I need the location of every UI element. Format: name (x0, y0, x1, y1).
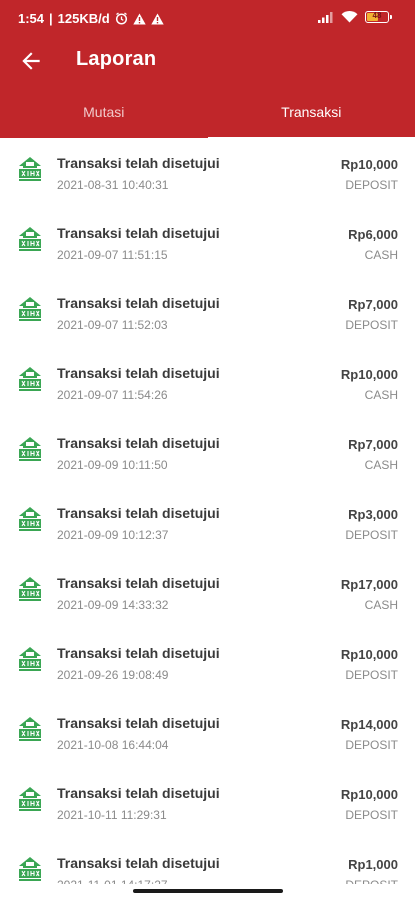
tab-bar: Mutasi Transaksi (0, 88, 415, 140)
transaction-amount: Rp6,000 (348, 227, 398, 242)
transaction-type: DEPOSIT (345, 808, 398, 822)
home-indicator[interactable] (133, 889, 283, 893)
transaction-row[interactable]: Transaksi telah disetujui 2021-09-09 10:1… (0, 418, 415, 488)
transaction-date: 2021-09-09 10:11:50 (57, 458, 168, 472)
tab-mutasi[interactable]: Mutasi (0, 88, 208, 138)
transaction-row[interactable]: Transaksi telah disetujui 2021-08-31 10:4… (0, 138, 415, 208)
transaction-title: Transaksi telah disetujui (57, 575, 220, 591)
transaction-amount: Rp1,000 (348, 857, 398, 872)
transaction-amount: Rp7,000 (348, 297, 398, 312)
battery-text: 48 (372, 10, 382, 20)
status-left: 1:54 | 125KB/d (18, 11, 164, 26)
bank-logo-icon (19, 507, 41, 531)
bank-logo-icon (19, 787, 41, 811)
status-right: 48 (318, 10, 392, 23)
transaction-type: DEPOSIT (345, 668, 398, 682)
bank-logo-icon (19, 647, 41, 671)
bank-logo-icon (19, 227, 41, 251)
transaction-amount: Rp3,000 (348, 507, 398, 522)
transaction-row[interactable]: Transaksi telah disetujui 2021-10-11 11:2… (0, 768, 415, 838)
transaction-type: DEPOSIT (345, 528, 398, 542)
status-speed: 125KB/d (57, 11, 110, 26)
transaction-title: Transaksi telah disetujui (57, 225, 220, 241)
transaction-row[interactable]: Transaksi telah disetujui 2021-09-07 11:5… (0, 348, 415, 418)
battery-icon: 48 (365, 10, 392, 23)
transaction-title: Transaksi telah disetujui (57, 435, 220, 451)
transaction-date: 2021-09-09 10:12:37 (57, 528, 169, 542)
bank-logo-icon (19, 367, 41, 391)
transaction-date: 2021-09-07 11:51:15 (57, 248, 168, 262)
page-title: Laporan (76, 48, 157, 70)
transaction-date: 2021-09-07 11:54:26 (57, 388, 168, 402)
transaction-row[interactable]: Transaksi telah disetujui 2021-09-26 19:0… (0, 628, 415, 698)
transaction-row[interactable]: Transaksi telah disetujui 2021-09-09 10:1… (0, 488, 415, 558)
toolbar: Laporan (0, 36, 415, 86)
transaction-amount: Rp17,000 (340, 577, 398, 592)
transaction-date: 2021-09-07 11:52:03 (57, 318, 168, 332)
transaction-date: 2021-09-26 19:08:49 (57, 668, 169, 682)
transaction-date: 2021-10-11 11:29:31 (57, 808, 167, 822)
transaction-row[interactable]: Transaksi telah disetujui 2021-10-08 16:4… (0, 698, 415, 768)
gesture-bar (0, 884, 415, 900)
transaction-amount: Rp10,000 (340, 367, 398, 382)
app-header: 1:54 | 125KB/d 48 Laporan Mutasi Transak… (0, 0, 415, 140)
transaction-title: Transaksi telah disetujui (57, 365, 220, 381)
transaction-date: 2021-08-31 10:40:31 (57, 178, 169, 192)
bank-logo-icon (19, 297, 41, 321)
transaction-type: DEPOSIT (345, 738, 398, 752)
transaction-type: CASH (364, 458, 398, 472)
transaction-amount: Rp10,000 (340, 787, 398, 802)
status-separator: | (49, 11, 53, 26)
transaction-amount: Rp10,000 (340, 157, 398, 172)
transaction-type: DEPOSIT (345, 318, 398, 332)
tab-transaksi[interactable]: Transaksi (207, 88, 415, 140)
status-time: 1:54 (18, 11, 45, 26)
battery-tip (390, 14, 392, 19)
transaction-title: Transaksi telah disetujui (57, 855, 220, 871)
transaction-row[interactable]: Transaksi telah disetujui 2021-09-07 11:5… (0, 278, 415, 348)
transaction-title: Transaksi telah disetujui (57, 645, 220, 661)
alarm-icon (115, 12, 127, 25)
transaction-amount: Rp7,000 (348, 437, 398, 452)
transaction-type: CASH (364, 388, 398, 402)
transaction-type: DEPOSIT (345, 178, 398, 192)
warning-icon (151, 13, 164, 24)
transaction-amount: Rp10,000 (340, 647, 398, 662)
transaction-title: Transaksi telah disetujui (57, 505, 220, 521)
signal-icon (318, 11, 333, 23)
transaction-type: CASH (364, 248, 398, 262)
transaction-date: 2021-09-09 14:33:32 (57, 598, 169, 612)
transaction-date: 2021-10-08 16:44:04 (57, 738, 169, 752)
transaction-row[interactable]: Transaksi telah disetujui 2021-09-09 14:3… (0, 558, 415, 628)
transaction-row[interactable]: Transaksi telah disetujui 2021-09-07 11:5… (0, 208, 415, 278)
transaction-title: Transaksi telah disetujui (57, 295, 220, 311)
wifi-icon (341, 11, 358, 23)
transaction-title: Transaksi telah disetujui (57, 155, 220, 171)
transaction-row[interactable]: Transaksi telah disetujui2021-11-01 14:1… (0, 838, 415, 890)
transaction-type: CASH (364, 598, 398, 612)
bank-logo-icon (19, 717, 41, 741)
bank-logo-icon (19, 157, 41, 181)
transaction-list: Transaksi telah disetujui 2021-08-31 10:4… (0, 138, 415, 890)
bank-logo-icon (19, 437, 41, 461)
bank-logo-icon (19, 577, 41, 601)
status-bar: 1:54 | 125KB/d 48 (0, 0, 415, 36)
warning-icon (133, 13, 146, 24)
transaction-title: Transaksi telah disetujui (57, 785, 220, 801)
back-arrow-icon[interactable] (18, 48, 44, 74)
transaction-title: Transaksi telah disetujui (57, 715, 220, 731)
transaction-amount: Rp14,000 (340, 717, 398, 732)
bank-logo-icon (19, 857, 41, 881)
